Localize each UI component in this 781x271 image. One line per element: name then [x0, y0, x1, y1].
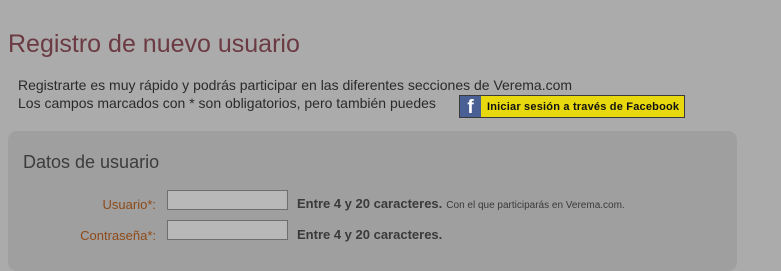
- username-length-hint: Entre 4 y 20 caracteres.: [297, 196, 443, 211]
- page-title: Registro de nuevo usuario: [8, 30, 300, 58]
- username-usage-note: Con el que participarás en Verema.com.: [446, 200, 625, 211]
- facebook-login-label: Iniciar sesión a través de Facebook: [487, 100, 680, 113]
- intro-text: Registrarte es muy rápido y podrás parti…: [18, 77, 573, 93]
- password-label: Contraseña*:: [80, 228, 156, 243]
- username-input[interactable]: [167, 190, 288, 210]
- password-input[interactable]: [167, 220, 288, 240]
- username-label: Usuario*:: [102, 197, 156, 212]
- password-hint: Entre 4 y 20 caracteres.: [297, 226, 442, 244]
- facebook-login-button[interactable]: f Iniciar sesión a través de Facebook: [459, 95, 686, 118]
- facebook-icon: f: [460, 96, 481, 117]
- section-title: Datos de usuario: [23, 152, 160, 172]
- username-hint: Entre 4 y 20 caracteres. Con el que parti…: [297, 195, 625, 213]
- intro-required-note: Los campos marcados con * son obligatori…: [18, 95, 436, 111]
- password-length-hint: Entre 4 y 20 caracteres.: [297, 227, 443, 242]
